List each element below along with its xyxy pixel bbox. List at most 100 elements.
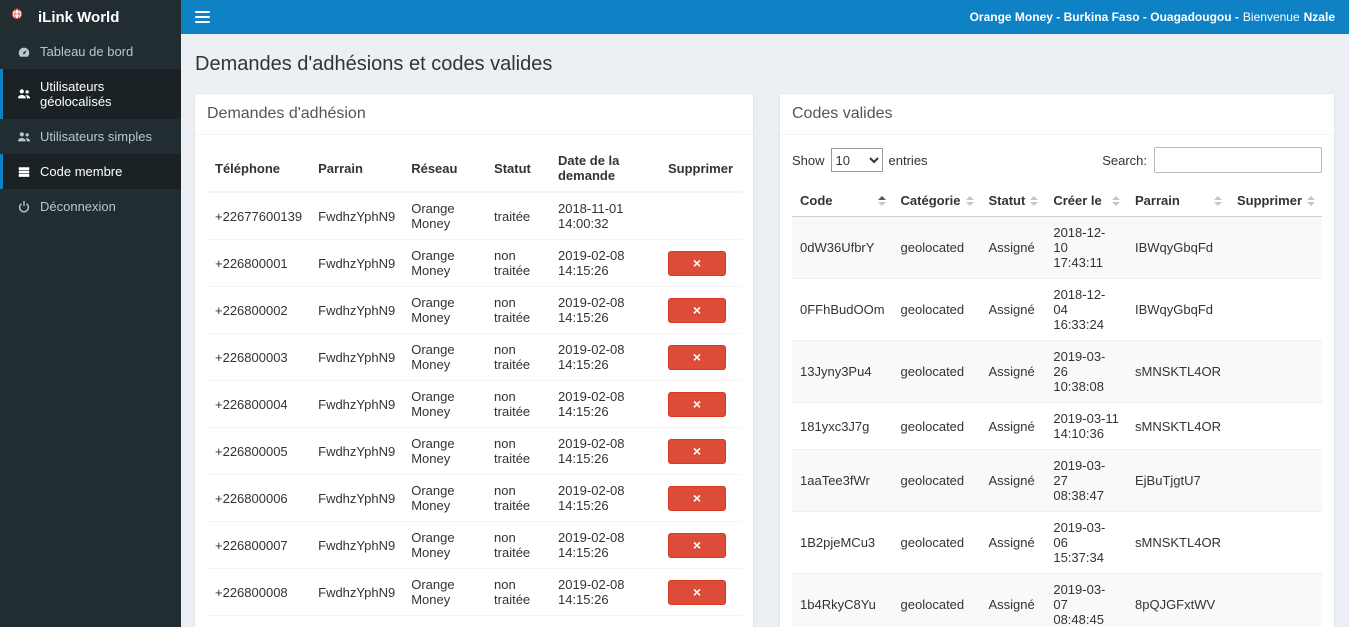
table-row: 1B2pjeMCu3 geolocated Assigné 2019-03-06 15… xyxy=(792,511,1322,574)
table-cell: +226800005 xyxy=(207,427,311,475)
topbar-welcome-label: Bienvenue xyxy=(1242,10,1300,24)
topbar-username: Nzale xyxy=(1303,10,1335,24)
delete-button[interactable]: × xyxy=(667,532,726,558)
close-icon: × xyxy=(692,537,702,553)
table-cell: Assigné xyxy=(980,449,1046,512)
table-cell: 2019-02-08 14:15:26 xyxy=(549,474,660,522)
column-header: Réseau xyxy=(403,145,487,193)
sidebar-item-utilisateurs-simples[interactable]: Utilisateurs simples xyxy=(0,119,181,154)
close-icon: × xyxy=(692,302,702,318)
sidebar-item-label: Utilisateurs géolocalisés xyxy=(40,79,112,109)
delete-button[interactable]: × xyxy=(667,438,726,464)
delete-cell: × xyxy=(659,427,741,475)
table-cell: +226800004 xyxy=(207,380,311,428)
table-cell: 2019-02-08 14:15:26 xyxy=(549,286,660,334)
sortable-column-header[interactable]: Supprimer xyxy=(1228,185,1322,217)
table-cell: FwdhzYphN9 xyxy=(310,615,404,627)
codes-table-body: 0dW36UfbrY geolocated Assigné 2018-12-10 17… xyxy=(792,216,1322,627)
table-cell: FwdhzYphN9 xyxy=(310,333,404,381)
table-cell: Orange Money xyxy=(403,474,487,522)
sidebar-item-dashboard[interactable]: Tableau de bord xyxy=(0,34,181,69)
delete-button[interactable]: × xyxy=(667,250,726,276)
codes-table-header-row: Code Catégorie Statut Créer le Parrain Suppri… xyxy=(792,185,1322,217)
table-cell: non traitée xyxy=(486,474,550,522)
column-label: Code xyxy=(800,193,833,208)
sortable-column-header[interactable]: Code xyxy=(792,185,893,217)
brand[interactable]: iLink World xyxy=(0,0,181,34)
table-cell: sMNSKTL4OR xyxy=(1127,511,1229,574)
hamburger-icon xyxy=(194,11,210,13)
table-cell: IBWqyGbqFd xyxy=(1127,216,1229,279)
table-cell: Orange Money xyxy=(403,521,487,569)
table-cell: 2019-03-26 10:38:08 xyxy=(1045,340,1127,403)
delete-button[interactable]: × xyxy=(667,485,726,511)
adhesions-table-body: +22677600139 FwdhzYphN9 Orange Money traité… xyxy=(207,191,741,627)
table-cell: FwdhzYphN9 xyxy=(310,191,404,240)
delete-button[interactable]: × xyxy=(667,297,726,323)
page-length-select[interactable]: 10 xyxy=(830,148,883,172)
show-label: Show xyxy=(792,152,825,168)
delete-cell xyxy=(659,191,741,240)
table-row: +226800003 FwdhzYphN9 Orange Money non trai… xyxy=(207,333,741,381)
delete-button[interactable]: × xyxy=(667,344,726,370)
table-cell: non traitée xyxy=(486,427,550,475)
delete-cell: × xyxy=(659,333,741,381)
sortable-column-header[interactable]: Statut xyxy=(980,185,1046,217)
table-cell: 1b4RkyC8Yu xyxy=(792,573,893,627)
table-cell: 2019-02-08 14:15:26 xyxy=(549,239,660,287)
table-cell: 2018-12-04 16:33:24 xyxy=(1045,278,1127,341)
sidebar-item-deconnexion[interactable]: Déconnexion xyxy=(0,189,181,224)
column-header: Date de la demande xyxy=(549,145,660,193)
table-cell: sMNSKTL4OR xyxy=(1127,402,1229,450)
table-cell: FwdhzYphN9 xyxy=(310,239,404,287)
sidebar-item-utilisateurs-geolocalises[interactable]: Utilisateurs géolocalisés xyxy=(0,69,181,119)
table-cell: Orange Money xyxy=(403,191,487,240)
close-icon: × xyxy=(692,396,702,412)
sidebar-toggle-button[interactable] xyxy=(181,0,223,34)
table-cell: 2019-02-08 14:15:26 xyxy=(549,333,660,381)
table-cell xyxy=(1228,573,1322,627)
column-label: Catégorie xyxy=(900,193,961,208)
table-cell: 2019-03-27 08:38:47 xyxy=(1045,449,1127,512)
sidebar-menu: Tableau de bord Utilisateurs géolocalisés… xyxy=(0,34,181,224)
table-row: +226800002 FwdhzYphN9 Orange Money non trai… xyxy=(207,286,741,334)
table-cell: 2019-03-11 14:10:36 xyxy=(1045,402,1127,450)
delete-button[interactable]: × xyxy=(667,579,726,605)
delete-button[interactable]: × xyxy=(667,391,726,417)
table-cell xyxy=(1228,402,1322,450)
close-icon: × xyxy=(692,349,702,365)
table-cell: 8pQJGFxtWV xyxy=(1127,573,1229,627)
sortable-column-header[interactable]: Catégorie xyxy=(892,185,981,217)
codes-table: Code Catégorie Statut Créer le Parrain Suppri… xyxy=(792,185,1322,627)
table-cell: Assigné xyxy=(980,402,1046,450)
table-cell: Orange Money xyxy=(403,286,487,334)
table-cell: +226800001 xyxy=(207,239,311,287)
table-cell: +226800007 xyxy=(207,521,311,569)
delete-cell: × xyxy=(659,615,741,627)
table-cell: +22677600139 xyxy=(207,191,311,240)
table-row: +22677600139 FwdhzYphN9 Orange Money traité… xyxy=(207,191,741,240)
table-cell: +226800008 xyxy=(207,568,311,616)
search-input[interactable] xyxy=(1154,147,1322,173)
sortable-column-header[interactable]: Créer le xyxy=(1045,185,1127,217)
sidebar-item-label: Déconnexion xyxy=(40,199,116,214)
table-cell: 1aaTee3fWr xyxy=(792,449,893,512)
table-cell xyxy=(1228,511,1322,574)
table-cell: Assigné xyxy=(980,278,1046,341)
sidebar-item-code-membre[interactable]: Code membre xyxy=(0,154,181,189)
table-cell: FwdhzYphN9 xyxy=(310,380,404,428)
column-header: Parrain xyxy=(310,145,404,193)
datatable-controls: Show 10 entries Search: xyxy=(792,147,1322,173)
close-icon: × xyxy=(692,255,702,271)
users-icon xyxy=(17,130,31,144)
table-cell: Orange Money xyxy=(403,615,487,627)
sort-icon xyxy=(877,195,886,206)
table-row: 1aaTee3fWr geolocated Assigné 2019-03-27 08… xyxy=(792,449,1322,512)
table-cell: +226800002 xyxy=(207,286,311,334)
delete-cell: × xyxy=(659,239,741,287)
sortable-column-header[interactable]: Parrain xyxy=(1127,185,1229,217)
sort-icon xyxy=(1030,195,1039,206)
table-cell: FwdhzYphN9 xyxy=(310,474,404,522)
table-cell: geolocated xyxy=(892,216,981,279)
page-title: Demandes d'adhésions et codes valides xyxy=(195,53,553,75)
